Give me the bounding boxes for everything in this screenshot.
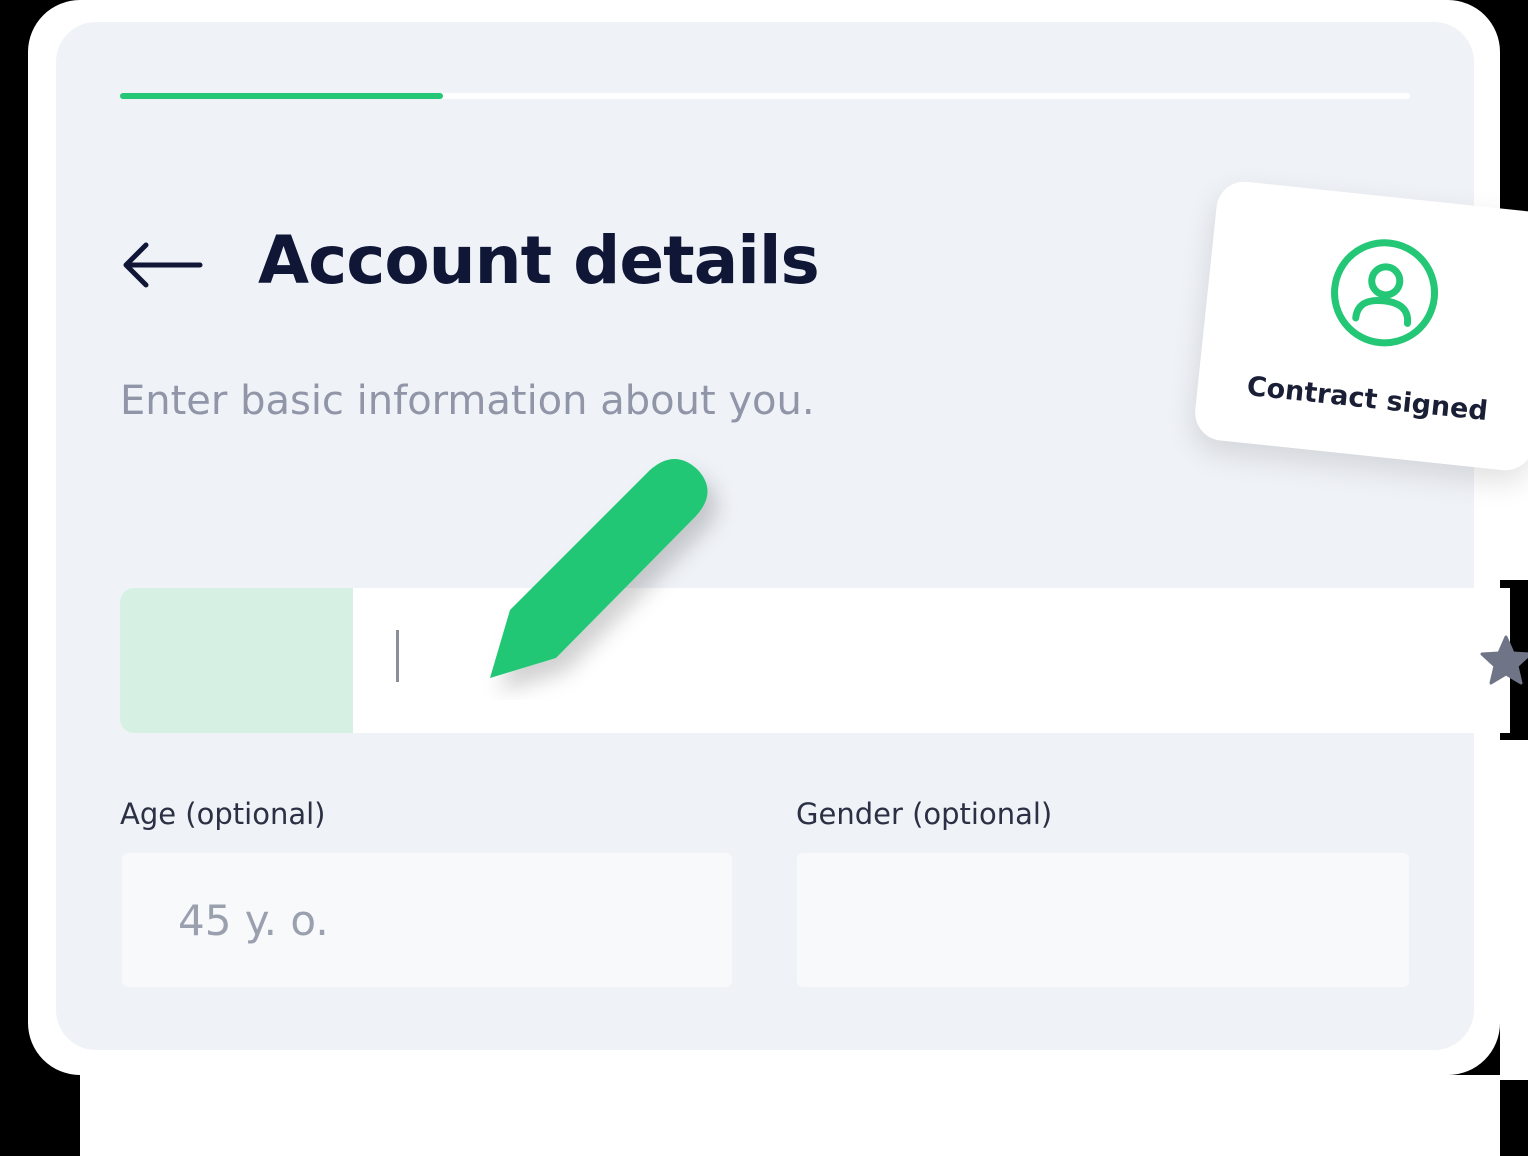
star-icon xyxy=(1480,635,1528,685)
age-label: Age (optional) xyxy=(120,797,326,831)
contract-signed-card: Contract signed xyxy=(1192,178,1528,474)
age-field[interactable] xyxy=(122,853,732,987)
background-plate xyxy=(80,1075,1500,1156)
gender-field[interactable] xyxy=(797,853,1409,987)
age-input[interactable] xyxy=(122,853,732,987)
user-circle-icon xyxy=(1331,239,1439,347)
background-plate xyxy=(1500,740,1528,1080)
input-prefix xyxy=(120,588,353,733)
pencil-icon xyxy=(490,459,708,678)
page-subtitle: Enter basic information about you. xyxy=(120,378,815,424)
page-title: Account details xyxy=(258,222,820,299)
gender-input[interactable] xyxy=(797,853,1409,987)
arrow-left-icon[interactable] xyxy=(118,240,204,290)
text-cursor xyxy=(396,630,399,682)
contract-signed-label: Contract signed xyxy=(1245,371,1490,428)
progress-bar xyxy=(120,93,1410,99)
progress-bar-fill xyxy=(120,93,443,99)
gender-label: Gender (optional) xyxy=(796,797,1053,831)
name-input-row[interactable] xyxy=(120,588,1510,733)
